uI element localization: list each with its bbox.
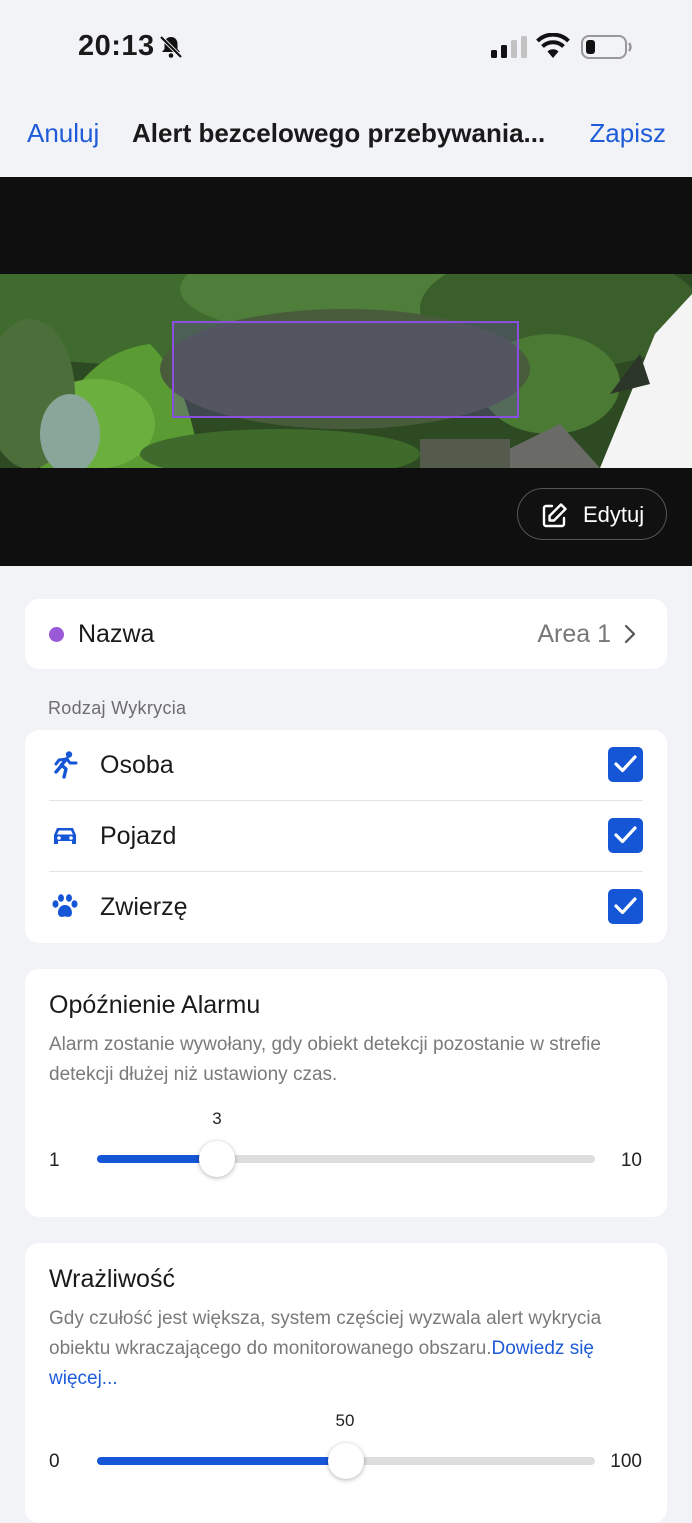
alarm-delay-max: 10	[620, 1150, 642, 1171]
sensitivity-value: 50	[335, 1411, 355, 1430]
wifi-icon	[536, 33, 570, 58]
nav-bar: Anuluj Alert bezcelowego przebywania... …	[0, 95, 692, 177]
sensitivity-min: 0	[49, 1451, 60, 1472]
alarm-delay-card: Opóźnienie Alarmu Alarm zostanie wywołan…	[25, 969, 667, 1217]
type-label: Pojazd	[100, 822, 177, 850]
sensitivity-slider[interactable]	[97, 1443, 595, 1479]
zone-name-value: Area 1	[537, 620, 611, 648]
list-item-vehicle[interactable]: Pojazd	[25, 801, 667, 872]
sensitivity-title: Wrażliwość	[49, 1265, 175, 1293]
camera-preview: Edytuj	[0, 177, 692, 566]
list-item-animal[interactable]: Zwierzę	[25, 872, 667, 943]
person-running-icon	[54, 751, 78, 779]
slider-fill	[97, 1457, 346, 1465]
cancel-button[interactable]: Anuluj	[27, 118, 99, 149]
camera-snapshot	[0, 274, 692, 468]
person-checkbox[interactable]	[608, 747, 643, 782]
alarm-delay-description: Alarm zostanie wywołany, gdy obiekt dete…	[49, 1034, 601, 1085]
edit-label: Edytuj	[583, 502, 645, 527]
edit-icon	[542, 503, 567, 528]
battery-icon	[581, 35, 632, 59]
type-label: Osoba	[100, 751, 174, 779]
bell-slash-icon	[159, 35, 183, 59]
checkmark-icon	[614, 897, 637, 915]
checkmark-icon	[614, 826, 637, 844]
alarm-delay-value: 3	[212, 1109, 222, 1128]
alarm-delay-slider[interactable]	[97, 1141, 595, 1177]
zone-color-dot	[49, 627, 64, 642]
save-button[interactable]: Zapisz	[589, 118, 666, 149]
zone-name-label: Nazwa	[78, 620, 155, 648]
signal-icon	[491, 36, 527, 58]
animal-checkbox[interactable]	[608, 889, 643, 924]
alarm-delay-min: 1	[49, 1150, 60, 1171]
sensitivity-description: Gdy czułość jest większa, system częście…	[49, 1304, 649, 1394]
edit-zone-button[interactable]: Edytuj	[517, 488, 667, 540]
car-icon	[54, 828, 76, 844]
sensitivity-card: Wrażliwość Gdy czułość jest większa, sys…	[25, 1243, 667, 1523]
alarm-delay-title: Opóźnienie Alarmu	[49, 991, 261, 1019]
detection-zone[interactable]	[172, 321, 519, 418]
zone-name-row[interactable]: Nazwa Area 1	[25, 599, 667, 669]
chevron-right-icon	[624, 624, 636, 644]
status-time: 20:13	[78, 30, 155, 62]
status-bar: 20:13	[0, 0, 692, 95]
sensitivity-max: 100	[610, 1451, 642, 1472]
detection-type-list: Osoba Pojazd Zwierzę	[25, 730, 667, 943]
slider-thumb[interactable]	[199, 1141, 235, 1177]
page-title: Alert bezcelowego przebywania...	[132, 118, 546, 148]
type-label: Zwierzę	[100, 893, 188, 921]
detection-type-label: Rodzaj Wykrycia	[48, 698, 187, 718]
slider-thumb[interactable]	[328, 1443, 364, 1479]
list-item-person[interactable]: Osoba	[25, 730, 667, 801]
vehicle-checkbox[interactable]	[608, 818, 643, 853]
checkmark-icon	[614, 755, 637, 773]
paw-icon	[52, 894, 78, 917]
